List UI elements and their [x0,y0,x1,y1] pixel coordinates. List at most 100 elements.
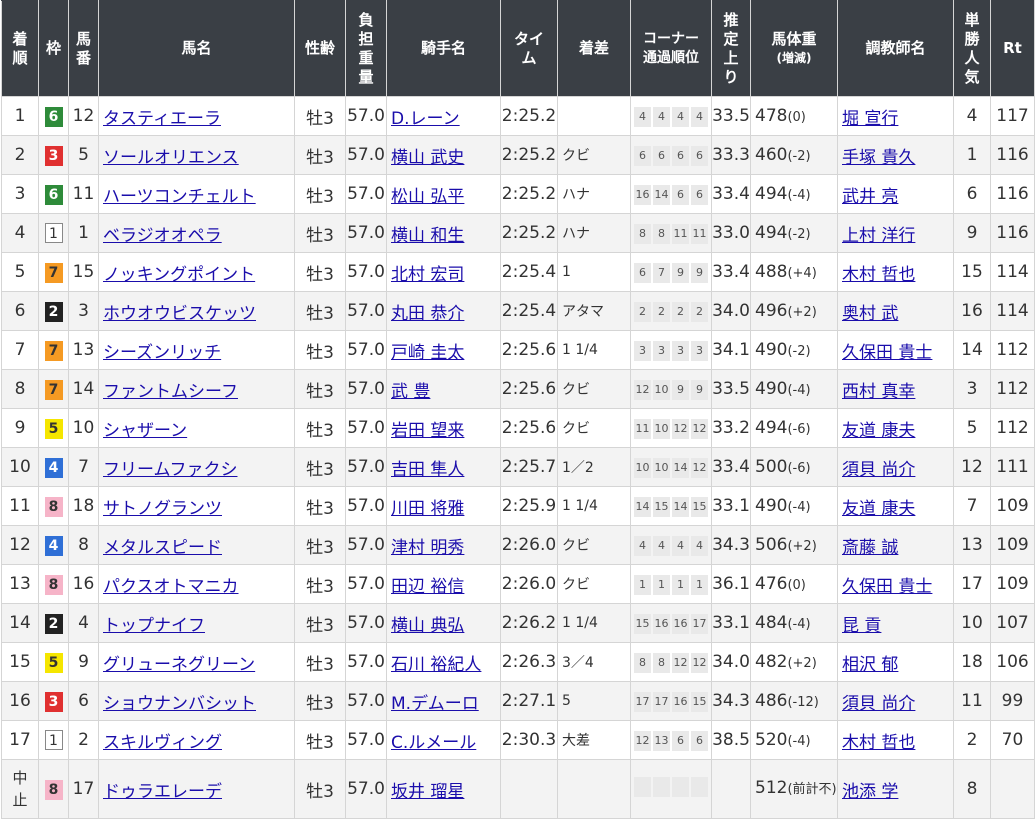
table-row: 10 4 7 フリームファクシ 牡3 57.0 吉田 隼人 2:25.7 1／2 10 10 14 12… [1,447,1035,487]
waku-cell: 8 [38,564,69,604]
popularity-cell: 14 [953,330,991,370]
jockey-link[interactable]: 北村 宏司 [391,265,464,285]
trainer-link[interactable]: 手塚 貴久 [842,148,915,168]
corner-position: 10 [653,380,670,400]
corner-position: 15 [653,497,670,517]
last3f-cell: 38.5 [711,720,751,760]
jockey-link[interactable]: 武 豊 [391,382,430,402]
horse-name-link[interactable]: ホウオウビスケッツ [103,304,256,324]
horse-name-link[interactable]: ベラジオオペラ [103,226,222,246]
jockey-link[interactable]: M.デムーロ [391,694,479,714]
last3f-cell: 36.1 [711,564,751,604]
trainer-link[interactable]: 友道 康夫 [842,421,915,441]
horse-name-link[interactable]: ファントムシーフ [103,382,238,402]
horse-name-link[interactable]: ハーツコンチェルト [103,187,256,207]
jockey-link[interactable]: 坂井 瑠星 [391,782,464,802]
jockey-link[interactable]: 岩田 望来 [391,421,464,441]
header-umaban: 馬番 [68,0,99,97]
body-weight-cell: 476(0) [750,564,838,604]
jockey-link[interactable]: 吉田 隼人 [391,460,464,480]
rank-cell: 3 [1,174,39,214]
trainer-link[interactable]: 久保田 貴士 [842,577,932,597]
time-cell: 2:25.4 [500,291,558,331]
corner-positions: 11 10 12 12 [634,419,708,439]
horse-name-link[interactable]: スキルヴィング [103,733,222,753]
body-weight-diff: (+4) [787,266,817,281]
trainer-link[interactable]: 池添 学 [842,782,898,802]
waku-cell: 4 [38,447,69,487]
jockey-link[interactable]: D.レーン [391,109,460,129]
trainer-link[interactable]: 須貝 尚介 [842,460,915,480]
horse-name-link[interactable]: メタルスピード [103,538,222,558]
jockey-cell: 武 豊 [386,369,501,409]
popularity-cell: 13 [953,525,991,565]
corner-positions: 8 8 11 11 [634,224,708,244]
trainer-link[interactable]: 斎藤 誠 [842,538,898,558]
sexage-cell: 牡3 [294,603,346,643]
horse-name-link[interactable]: シーズンリッチ [103,343,221,363]
corner-cell [630,759,712,819]
sexage-cell: 牡3 [294,759,346,819]
trainer-link[interactable]: 武井 亮 [842,187,898,207]
horse-name-link[interactable]: フリームファクシ [103,460,237,480]
trainer-link[interactable]: 木村 哲也 [842,733,915,753]
result-rows: 1 6 12 タスティエーラ 牡3 57.0 D.レーン 2:25.2 4 4 4 4 33.5 478(… [1,96,1035,819]
body-weight-diff: (-4) [787,734,811,749]
corner-cell: 6666 [630,135,712,175]
jockey-link[interactable]: 津村 明秀 [391,538,464,558]
weight-cell: 57.0 [345,408,387,448]
horse-name-link[interactable]: ソールオリエンス [103,148,239,168]
horse-name-link[interactable]: パクスオトマニカ [103,577,239,597]
corner-position: 3 [634,341,651,361]
corner-position: 14 [672,458,689,478]
jockey-link[interactable]: 田辺 裕信 [391,577,464,597]
trainer-link[interactable]: 西村 真幸 [842,382,915,402]
horse-name-link[interactable]: ドゥラエレーデ [103,782,222,802]
horse-name-link[interactable]: ショウナンバシット [103,694,256,714]
body-weight-cell: 494(-2) [750,213,838,253]
trainer-link[interactable]: 昆 貢 [842,616,881,636]
jockey-link[interactable]: 川田 将雅 [391,499,464,519]
body-weight-diff: (-4) [787,500,811,515]
jockey-link[interactable]: 横山 典弘 [391,616,464,636]
body-weight-value: 496 [755,301,788,321]
jockey-link[interactable]: 横山 武史 [391,148,464,168]
margin-cell [557,759,631,819]
trainer-link[interactable]: 須貝 尚介 [842,694,915,714]
time-cell: 2:25.2 [500,213,558,253]
trainer-link[interactable]: 奥村 武 [842,304,898,324]
body-weight-cell: 494(-4) [750,174,838,214]
jockey-link[interactable]: 戸崎 圭太 [391,343,464,363]
jockey-link[interactable]: C.ルメール [391,733,476,753]
trainer-cell: 西村 真幸 [837,369,954,409]
trainer-link[interactable]: 友道 康夫 [842,499,915,519]
trainer-link[interactable]: 堀 宣行 [842,109,898,129]
umaban-cell: 15 [68,252,99,292]
header-weight-text: 負担重量 [358,10,374,86]
horse-name-link[interactable]: トップナイフ [103,616,205,636]
trainer-link[interactable]: 相沢 郁 [842,655,898,675]
jockey-link[interactable]: 石川 裕紀人 [391,655,481,675]
body-weight-diff: (-2) [787,344,811,359]
horse-name-link[interactable]: ノッキングポイント [103,265,255,285]
trainer-link[interactable]: 久保田 貴士 [842,343,932,363]
horse-name-link[interactable]: グリューネグリーン [103,655,255,675]
waku-badge: 1 [44,223,63,243]
corner-cell: 14 15 14 15 [630,486,712,526]
horse-name-link[interactable]: シャザーン [103,421,187,441]
corner-position: 6 [691,185,708,205]
body-weight-diff: (+2) [787,656,817,671]
rating-cell: 99 [990,681,1035,721]
horse-name-link[interactable]: タスティエーラ [103,109,221,129]
popularity-cell: 11 [953,681,991,721]
trainer-link[interactable]: 上村 洋行 [842,226,915,246]
rank-text: 14 [9,613,31,633]
last3f-cell: 33.4 [711,447,751,487]
corner-cell: 8 8 12 12 [630,642,712,682]
jockey-link[interactable]: 横山 和生 [391,226,464,246]
corner-position: 6 [672,146,689,166]
trainer-link[interactable]: 木村 哲也 [842,265,915,285]
jockey-link[interactable]: 丸田 恭介 [391,304,464,324]
horse-name-link[interactable]: サトノグランツ [103,499,222,519]
jockey-link[interactable]: 松山 弘平 [391,187,464,207]
